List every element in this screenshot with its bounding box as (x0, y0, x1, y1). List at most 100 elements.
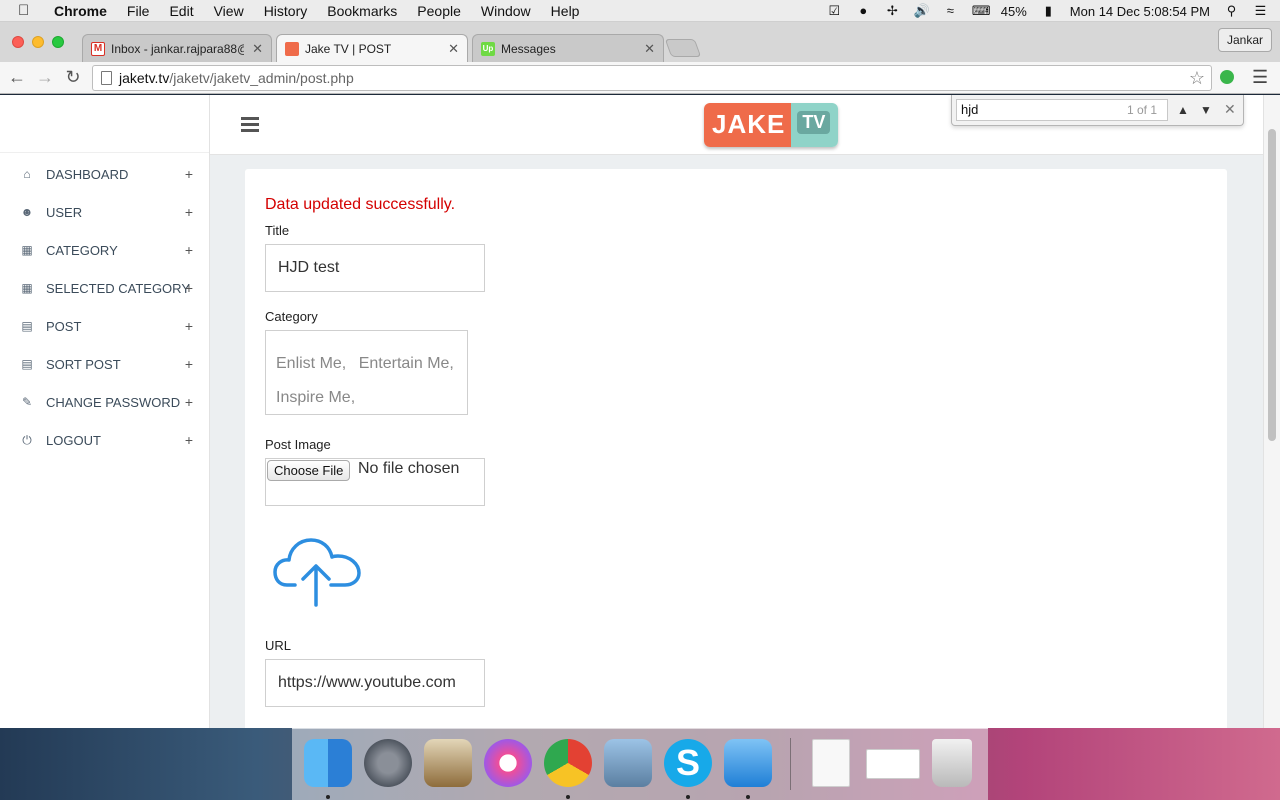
url-label: URL (265, 638, 292, 653)
sidebar-item-dashboard[interactable]: ⌂ DASHBOARD + (0, 155, 209, 193)
minimize-window-button[interactable] (32, 36, 44, 48)
hamburger-menu-icon[interactable] (241, 117, 259, 132)
extension-icon[interactable] (1220, 70, 1234, 84)
close-window-button[interactable] (12, 36, 24, 48)
sidebar-item-change-password[interactable]: ✎ CHANGE PASSWORD + (0, 383, 209, 421)
url-input[interactable]: https://www.youtube.com (265, 659, 485, 707)
tab-close-icon[interactable]: ✕ (448, 41, 459, 57)
itunes-icon[interactable] (484, 739, 532, 787)
skype-icon[interactable]: S (664, 739, 712, 787)
bookmark-star-icon[interactable]: ☆ (1189, 66, 1205, 90)
logo-text-jake: JAKE (704, 103, 792, 147)
post-image-file-input[interactable]: Choose File No file chosen (265, 458, 485, 506)
spotlight-search-icon[interactable]: ⚲ (1224, 4, 1239, 18)
mail-icon[interactable] (424, 739, 472, 787)
menu-bookmarks[interactable]: Bookmarks (327, 3, 397, 19)
network-status-icon[interactable]: ✢ (885, 4, 900, 18)
expand-plus-icon[interactable]: + (185, 318, 193, 334)
page-scrollbar[interactable] (1263, 95, 1280, 728)
preview-icon[interactable] (604, 739, 652, 787)
notification-center-icon[interactable]: ☰ (1253, 4, 1268, 18)
chat-status-icon[interactable]: ● (856, 4, 871, 18)
reload-icon[interactable]: ↻ (62, 66, 84, 88)
finder-icon[interactable] (304, 739, 352, 787)
choose-file-button[interactable]: Choose File (267, 460, 351, 481)
xcode-icon[interactable] (724, 739, 772, 787)
forward-arrow-icon[interactable]: → (34, 66, 56, 88)
tab-messages[interactable]: Up Messages ✕ (472, 34, 664, 62)
checkbox-status-icon[interactable]: ☑ (827, 4, 842, 18)
menu-history[interactable]: History (264, 3, 308, 19)
expand-plus-icon[interactable]: + (185, 204, 193, 220)
zoom-window-button[interactable] (52, 36, 64, 48)
battery-icon[interactable]: ▮ (1041, 4, 1056, 18)
address-bar[interactable]: jaketv.tv/jaketv/jaketv_admin/post.php ☆ (92, 65, 1212, 91)
cloud-upload-icon[interactable] (273, 535, 363, 607)
menu-help[interactable]: Help (551, 3, 580, 19)
trash-icon[interactable] (932, 739, 972, 787)
menu-people[interactable]: People (417, 3, 461, 19)
chrome-icon[interactable] (544, 739, 592, 787)
keyboard-icon[interactable]: ⌨ (972, 4, 991, 18)
upwork-favicon-icon: Up (481, 41, 495, 56)
sidebar-item-label: SORT POST (46, 356, 121, 372)
tab-close-icon[interactable]: ✕ (252, 41, 263, 57)
expand-plus-icon[interactable]: + (185, 432, 193, 448)
sidebar-item-user[interactable]: ☻ USER + (0, 193, 209, 231)
volume-icon[interactable]: 🔊 (914, 4, 930, 18)
find-next-icon[interactable]: ▼ (1196, 100, 1216, 120)
jaketv-logo[interactable]: JAKE TV (704, 103, 839, 147)
find-close-icon[interactable]: ✕ (1224, 101, 1236, 118)
post-image-label: Post Image (265, 437, 331, 452)
tab-jaketv-post[interactable]: Jake TV | POST ✕ (276, 34, 468, 63)
sidebar-item-sort-post[interactable]: ▤ SORT POST + (0, 345, 209, 383)
dock-separator (790, 738, 791, 790)
find-previous-icon[interactable]: ▲ (1173, 100, 1193, 120)
tab-close-icon[interactable]: ✕ (644, 41, 655, 57)
dock: S (292, 728, 988, 800)
title-input[interactable]: HJD test (265, 244, 485, 292)
menu-window[interactable]: Window (481, 3, 531, 19)
menu-edit[interactable]: Edit (169, 3, 193, 19)
launchpad-icon[interactable] (364, 739, 412, 787)
menu-app-chrome[interactable]: Chrome (54, 3, 107, 19)
sidebar-item-logout[interactable]: ⏻ LOGOUT + (0, 421, 209, 459)
sidebar-item-selected-category[interactable]: ▦ SELECTED CATEGORY + (0, 269, 209, 307)
wifi-icon[interactable]: ≈ (943, 4, 958, 18)
document-icon[interactable] (812, 739, 850, 787)
browser-toolbar: ← → ↻ jaketv.tv/jaketv/jaketv_admin/post… (0, 62, 1280, 94)
category-option[interactable]: Entertain Me, (359, 355, 454, 372)
sidebar-item-label: SELECTED CATEGORY (46, 280, 190, 296)
profile-button[interactable]: Jankar (1217, 28, 1272, 52)
category-label: Category (265, 309, 318, 324)
grid-icon: ▦ (21, 243, 33, 257)
battery-percent[interactable]: 45% (1001, 4, 1027, 19)
macos-menubar:  Chrome File Edit View History Bookmark… (0, 0, 1280, 22)
category-option[interactable]: Enlist Me, (276, 355, 346, 372)
category-option[interactable]: Inspire Me, (276, 389, 355, 406)
tab-gmail[interactable]: M Inbox - jankar.rajpara88@g ✕ (82, 34, 272, 62)
sidebar-item-label: CATEGORY (46, 242, 118, 258)
expand-plus-icon[interactable]: + (185, 394, 193, 410)
menu-file[interactable]: File (127, 3, 150, 19)
tab-title: Jake TV | POST (305, 42, 392, 56)
sidebar-item-post[interactable]: ▤ POST + (0, 307, 209, 345)
scrollbar-thumb[interactable] (1268, 129, 1276, 441)
apple-menu-icon[interactable]:  (18, 2, 38, 19)
expand-plus-icon[interactable]: + (185, 280, 193, 296)
page-icon (101, 71, 112, 85)
clock[interactable]: Mon 14 Dec 5:08:54 PM (1070, 4, 1210, 19)
back-arrow-icon[interactable]: ← (6, 66, 28, 88)
sidebar-item-category[interactable]: ▦ CATEGORY + (0, 231, 209, 269)
expand-plus-icon[interactable]: + (185, 166, 193, 182)
logo-text-tv: TV (797, 111, 831, 134)
new-tab-button[interactable] (664, 39, 702, 57)
menu-view[interactable]: View (214, 3, 244, 19)
chrome-menu-icon[interactable]: ☰ (1252, 67, 1268, 88)
category-multiselect[interactable]: Enlist Me, Entertain Me, Inspire Me, (265, 330, 468, 415)
expand-plus-icon[interactable]: + (185, 356, 193, 372)
sidebar-item-label: LOGOUT (46, 432, 101, 448)
expand-plus-icon[interactable]: + (185, 242, 193, 258)
gmail-favicon-icon: M (91, 41, 105, 56)
window-thumbnail-icon[interactable] (866, 749, 920, 779)
